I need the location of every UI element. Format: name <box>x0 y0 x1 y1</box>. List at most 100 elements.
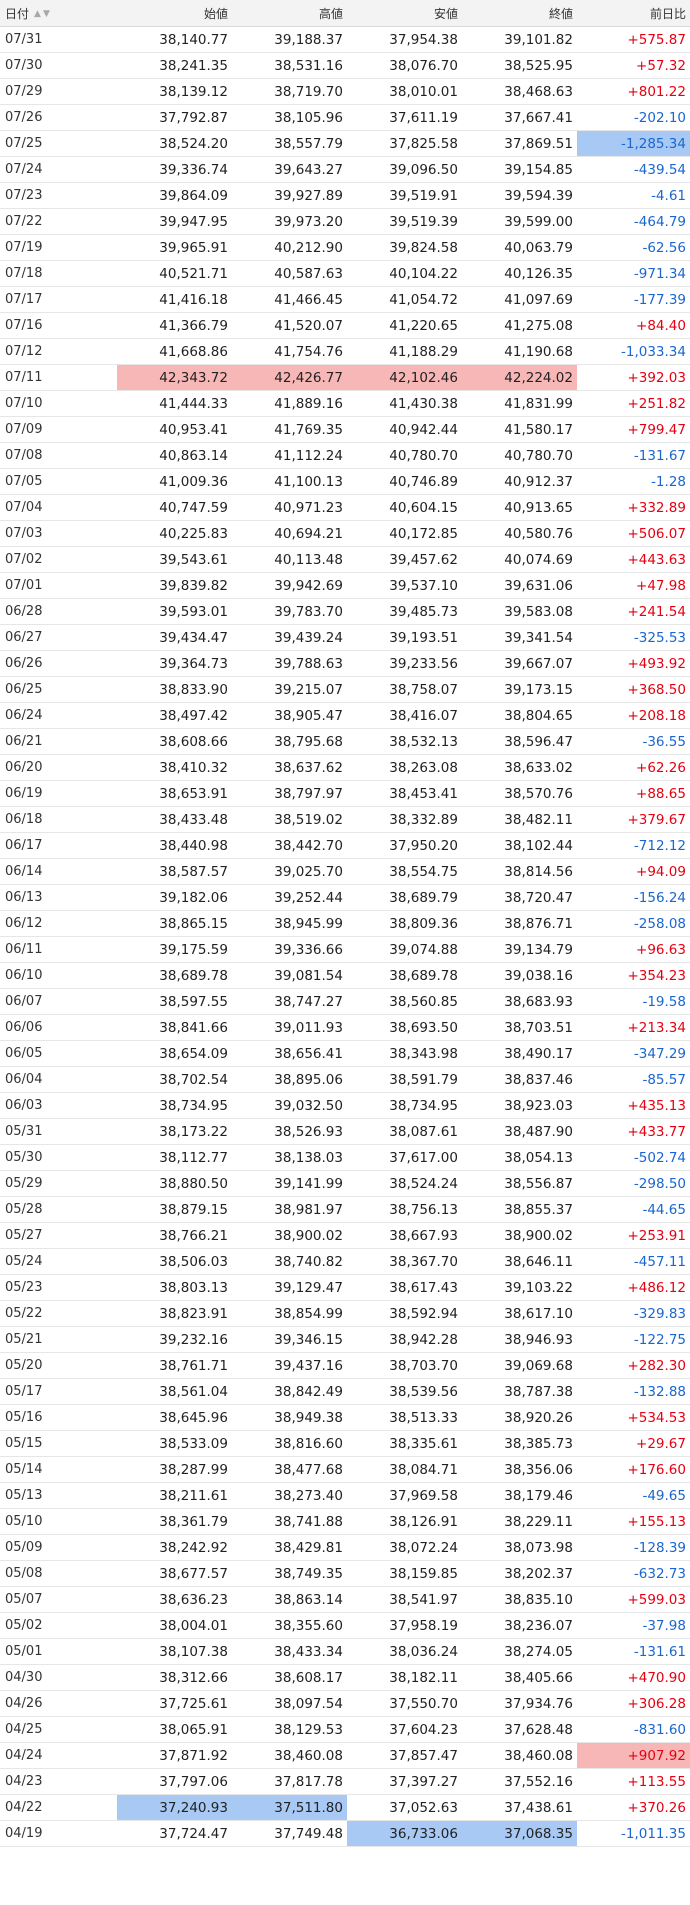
open-cell: 38,823.91 <box>117 1300 232 1327</box>
date-cell: 06/18 <box>0 806 117 833</box>
table-row: 04/30 38,312.66 38,608.17 38,182.11 38,405.6… <box>0 1664 690 1691</box>
low-cell: 39,519.91 <box>347 182 462 209</box>
date-cell: 06/05 <box>0 1040 117 1067</box>
table-row: 05/22 38,823.91 38,854.99 38,592.94 38,617.1… <box>0 1300 690 1327</box>
open-cell: 38,287.99 <box>117 1456 232 1483</box>
open-cell: 38,761.71 <box>117 1352 232 1379</box>
open-cell: 42,343.72 <box>117 364 232 391</box>
table-row: 05/14 38,287.99 38,477.68 38,084.71 38,356.0… <box>0 1456 690 1483</box>
close-cell: 38,946.93 <box>462 1326 577 1353</box>
low-cell: 38,367.70 <box>347 1248 462 1275</box>
low-cell: 38,335.61 <box>347 1430 462 1457</box>
high-cell: 38,433.34 <box>232 1638 347 1665</box>
change-cell: -464.79 <box>577 208 690 235</box>
change-cell: +62.26 <box>577 754 690 781</box>
date-cell: 06/27 <box>0 624 117 651</box>
close-cell: 39,583.08 <box>462 598 577 625</box>
close-cell: 38,482.11 <box>462 806 577 833</box>
date-cell: 05/10 <box>0 1508 117 1535</box>
close-cell: 38,617.10 <box>462 1300 577 1327</box>
open-cell: 38,242.92 <box>117 1534 232 1561</box>
table-row: 07/02 39,543.61 40,113.48 39,457.62 40,074.6… <box>0 546 690 573</box>
high-cell: 41,100.13 <box>232 468 347 495</box>
change-cell: -202.10 <box>577 104 690 131</box>
open-cell: 38,865.15 <box>117 910 232 937</box>
table-row: 07/03 40,225.83 40,694.21 40,172.85 40,580.7… <box>0 520 690 547</box>
date-cell: 06/19 <box>0 780 117 807</box>
change-cell: +368.50 <box>577 676 690 703</box>
low-cell: 38,734.95 <box>347 1092 462 1119</box>
close-cell: 38,923.03 <box>462 1092 577 1119</box>
table-row: 06/14 38,587.57 39,025.70 38,554.75 38,814.5… <box>0 858 690 885</box>
low-cell: 41,430.38 <box>347 390 462 417</box>
close-cell: 38,405.66 <box>462 1664 577 1691</box>
open-cell: 37,792.87 <box>117 104 232 131</box>
low-cell: 39,485.73 <box>347 598 462 625</box>
close-cell: 37,628.48 <box>462 1716 577 1743</box>
open-cell: 38,879.15 <box>117 1196 232 1223</box>
change-cell: +29.67 <box>577 1430 690 1457</box>
date-cell: 07/01 <box>0 572 117 599</box>
table-row: 05/17 38,561.04 38,842.49 38,539.56 38,787.3… <box>0 1378 690 1405</box>
low-cell: 38,591.79 <box>347 1066 462 1093</box>
high-column-header[interactable]: 高値 <box>232 0 347 27</box>
close-cell: 38,720.47 <box>462 884 577 911</box>
date-cell: 05/29 <box>0 1170 117 1197</box>
date-cell: 07/12 <box>0 338 117 365</box>
high-cell: 38,895.06 <box>232 1066 347 1093</box>
high-cell: 39,439.24 <box>232 624 347 651</box>
open-cell: 38,734.95 <box>117 1092 232 1119</box>
date-header-label: 日付 <box>5 6 30 21</box>
change-cell: +379.67 <box>577 806 690 833</box>
open-cell: 41,009.36 <box>117 468 232 495</box>
date-cell: 07/11 <box>0 364 117 391</box>
table-row: 05/16 38,645.96 38,949.38 38,513.33 38,920.2… <box>0 1404 690 1431</box>
open-cell: 41,444.33 <box>117 390 232 417</box>
sort-descending-icon[interactable]: ▼ <box>43 9 50 19</box>
high-cell: 38,097.54 <box>232 1690 347 1717</box>
date-column-header[interactable]: 日付 ▲ ▼ <box>0 0 117 27</box>
open-column-header[interactable]: 始値 <box>117 0 232 27</box>
change-cell: +433.77 <box>577 1118 690 1145</box>
high-cell: 39,643.27 <box>232 156 347 183</box>
change-column-header[interactable]: 前日比 <box>577 0 690 27</box>
table-row: 05/01 38,107.38 38,433.34 38,036.24 38,274.0… <box>0 1638 690 1665</box>
high-cell: 38,608.17 <box>232 1664 347 1691</box>
close-cell: 38,703.51 <box>462 1014 577 1041</box>
date-cell: 06/24 <box>0 702 117 729</box>
change-cell: +435.13 <box>577 1092 690 1119</box>
high-cell: 38,656.41 <box>232 1040 347 1067</box>
open-cell: 38,241.35 <box>117 52 232 79</box>
sort-ascending-icon[interactable]: ▲ <box>34 9 41 19</box>
close-cell: 38,814.56 <box>462 858 577 885</box>
date-cell: 07/22 <box>0 208 117 235</box>
close-cell: 38,837.46 <box>462 1066 577 1093</box>
table-row: 04/25 38,065.91 38,129.53 37,604.23 37,628.4… <box>0 1716 690 1743</box>
low-column-header[interactable]: 安値 <box>347 0 462 27</box>
change-cell: -831.60 <box>577 1716 690 1743</box>
table-row: 05/28 38,879.15 38,981.97 38,756.13 38,855.3… <box>0 1196 690 1223</box>
table-row: 04/19 37,724.47 37,749.48 36,733.06 37,068.3… <box>0 1820 690 1847</box>
close-cell: 38,646.11 <box>462 1248 577 1275</box>
change-cell: -1,285.34 <box>577 130 690 157</box>
open-cell: 37,871.92 <box>117 1742 232 1769</box>
close-cell: 41,580.17 <box>462 416 577 443</box>
high-cell: 40,587.63 <box>232 260 347 287</box>
close-cell: 41,275.08 <box>462 312 577 339</box>
close-cell: 39,173.15 <box>462 676 577 703</box>
close-cell: 38,876.71 <box>462 910 577 937</box>
low-cell: 38,667.93 <box>347 1222 462 1249</box>
table-row: 05/31 38,173.22 38,526.93 38,087.61 38,487.9… <box>0 1118 690 1145</box>
change-cell: -457.11 <box>577 1248 690 1275</box>
low-cell: 38,159.85 <box>347 1560 462 1587</box>
open-cell: 38,880.50 <box>117 1170 232 1197</box>
close-cell: 40,912.37 <box>462 468 577 495</box>
high-cell: 38,105.96 <box>232 104 347 131</box>
low-cell: 42,102.46 <box>347 364 462 391</box>
date-cell: 07/16 <box>0 312 117 339</box>
date-cell: 05/30 <box>0 1144 117 1171</box>
change-cell: +282.30 <box>577 1352 690 1379</box>
high-cell: 39,942.69 <box>232 572 347 599</box>
table-row: 07/01 39,839.82 39,942.69 39,537.10 39,631.0… <box>0 572 690 599</box>
close-column-header[interactable]: 終値 <box>462 0 577 27</box>
